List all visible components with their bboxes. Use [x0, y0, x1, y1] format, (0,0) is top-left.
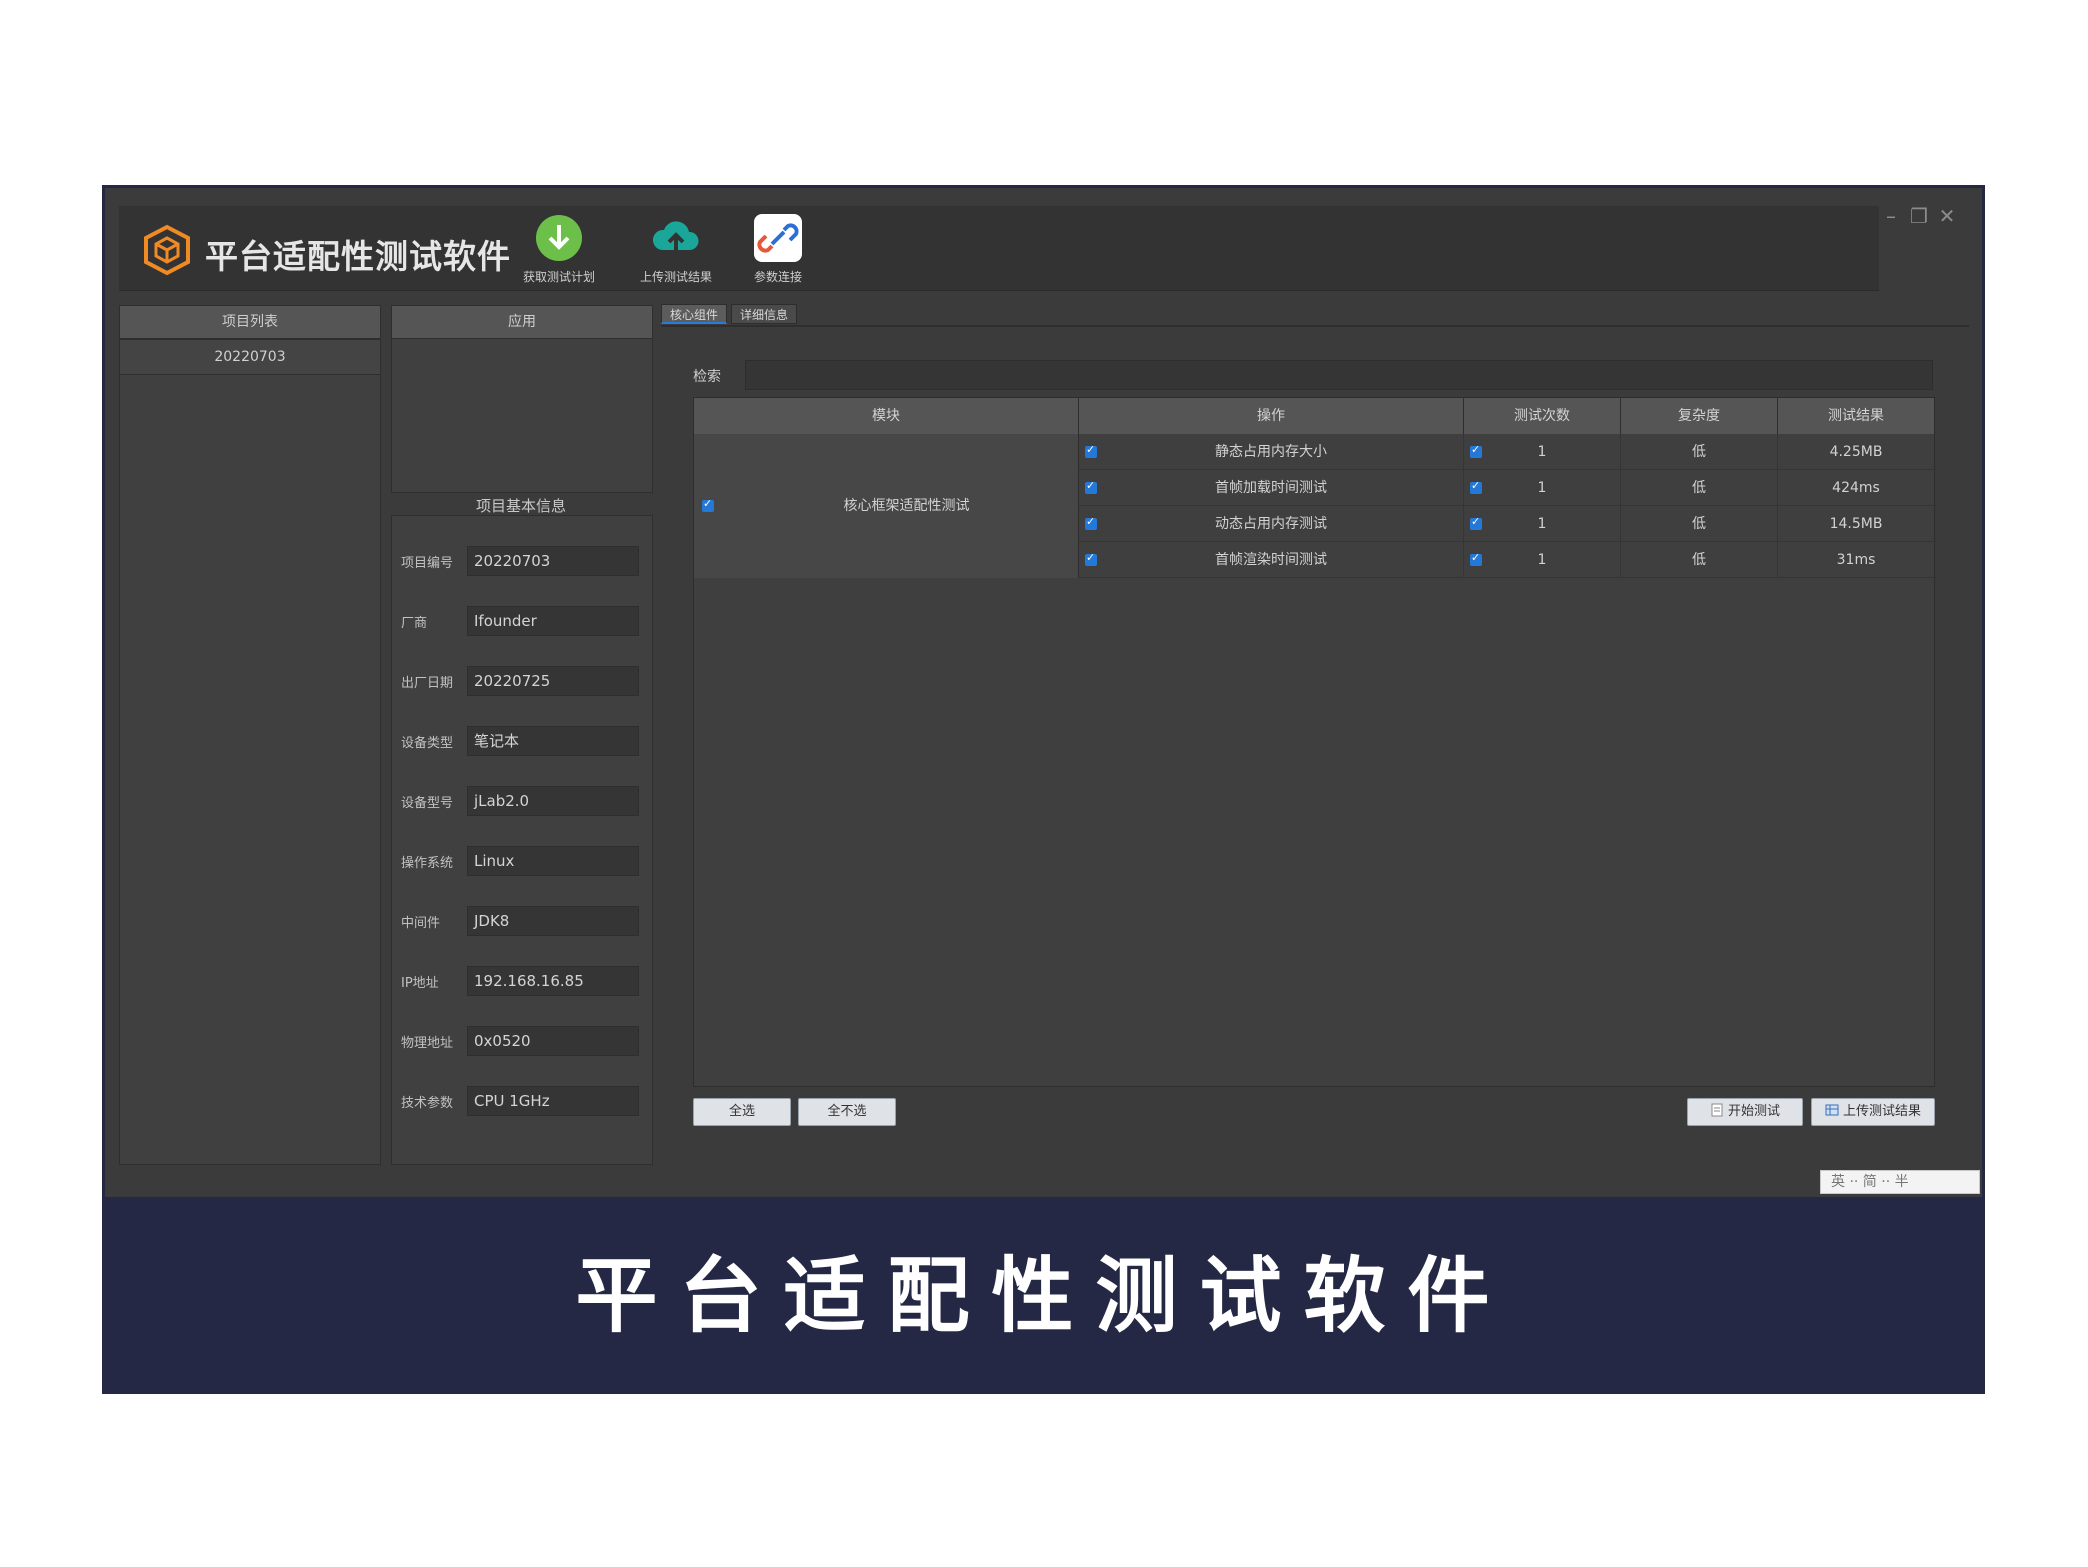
operation-cell: 首帧渲染时间测试 [1079, 542, 1464, 578]
select-none-button[interactable]: 全不选 [798, 1098, 896, 1126]
restore-icon[interactable]: ❐ [1910, 206, 1928, 226]
count-cell: 1 [1464, 506, 1621, 542]
tab-divider [661, 325, 1969, 327]
os-field[interactable]: Linux [467, 846, 639, 876]
vendor-field[interactable]: Ifounder [467, 606, 639, 636]
info-row-project-id: 项目编号 20220703 [401, 546, 641, 576]
result-cell: 4.25MB [1829, 444, 1883, 460]
table-row[interactable]: 首帧渲染时间测试 1 低 31ms [1079, 542, 1936, 578]
toolbar-label: 获取测试计划 [522, 270, 595, 284]
column-header-test-count[interactable]: 测试次数 [1464, 398, 1621, 434]
download-icon [536, 215, 582, 261]
module-group-cell: 核心框架适配性测试 [694, 434, 1079, 578]
project-list-item[interactable]: 20220703 [119, 339, 381, 375]
info-row-factory-date: 出厂日期 20220725 [401, 666, 641, 696]
info-row-vendor: 厂商 Ifounder [401, 606, 641, 636]
module-checkbox[interactable] [702, 497, 714, 512]
result-cell: 14.5MB [1829, 516, 1883, 532]
info-row-device-type: 设备类型 笔记本 [401, 726, 641, 756]
tech-params-field[interactable]: CPU 1GHz [467, 1086, 639, 1116]
window-controls: – ❐ ✕ [1882, 206, 1956, 226]
project-info-title: 项目基本信息 [475, 497, 566, 515]
info-row-os: 操作系统 Linux [401, 846, 641, 876]
get-test-plan-button[interactable]: 获取测试计划 [504, 212, 614, 288]
tab-details[interactable]: 详细信息 [731, 304, 798, 324]
count-cell: 1 [1464, 470, 1621, 506]
complexity-cell: 低 [1621, 434, 1778, 470]
column-header-complexity[interactable]: 复杂度 [1621, 398, 1778, 434]
info-row-tech-params: 技术参数 CPU 1GHz [401, 1086, 641, 1116]
project-id-field[interactable]: 20220703 [467, 546, 639, 576]
info-key: 操作系统 [401, 856, 454, 871]
search-label: 检索 [693, 369, 721, 385]
physical-address-field[interactable]: 0x0520 [467, 1026, 639, 1056]
operation-cell: 动态占用内存测试 [1079, 506, 1464, 542]
table-row[interactable]: 静态占用内存大小 1 低 4.25MB [1079, 434, 1936, 470]
cloud-upload-icon [652, 221, 699, 256]
start-test-label: 开始测试 [1727, 1104, 1780, 1119]
factory-date-field[interactable]: 20220725 [467, 666, 639, 696]
operation-cell: 静态占用内存大小 [1079, 434, 1464, 470]
result-cell: 424ms [1832, 480, 1880, 496]
column-header-module[interactable]: 模块 [694, 398, 1079, 434]
caption-banner: 平台适配性测试软件 [105, 1197, 1982, 1391]
tab-core-components[interactable]: 核心组件 [661, 304, 728, 324]
project-list-header: 项目列表 [119, 305, 381, 339]
search-input[interactable] [745, 360, 1933, 390]
tab-bar: 核心组件 详细信息 [661, 304, 798, 324]
document-icon [1711, 1103, 1723, 1117]
operation-cell: 首帧加载时间测试 [1079, 470, 1464, 506]
table-row[interactable]: 首帧加载时间测试 1 低 424ms [1079, 470, 1936, 506]
select-all-button[interactable]: 全选 [693, 1098, 791, 1126]
info-key: 物理地址 [401, 1036, 454, 1051]
middleware-field[interactable]: JDK8 [467, 906, 639, 936]
complexity-cell: 低 [1621, 470, 1778, 506]
module-group-name: 核心框架适配性测试 [843, 498, 970, 514]
start-test-button[interactable]: 开始测试 [1687, 1098, 1803, 1126]
table-icon [1825, 1104, 1839, 1116]
table-row[interactable]: 动态占用内存测试 1 低 14.5MB [1079, 506, 1936, 542]
info-row-device-model: 设备型号 jLab2.0 [401, 786, 641, 816]
toolbar-label: 参数连接 [753, 270, 802, 284]
link-icon [754, 214, 802, 262]
app-window: 平台适配性测试软件 获取测试计划 上传测试结果 参数连接 – ❐ ✕ 项目列表 … [105, 188, 1982, 1196]
complexity-cell: 低 [1621, 542, 1778, 578]
input-method-indicator: 英 ·· 简 ·· 半 [1820, 1170, 1980, 1194]
count-cell: 1 [1464, 542, 1621, 578]
upload-test-results-label: 上传测试结果 [1842, 1104, 1921, 1119]
complexity-cell: 低 [1621, 506, 1778, 542]
cube-logo-icon [144, 224, 190, 276]
ip-address-field[interactable]: 192.168.16.85 [467, 966, 639, 996]
close-icon[interactable]: ✕ [1938, 206, 1956, 226]
info-key: 中间件 [401, 916, 441, 931]
info-key: 项目编号 [401, 556, 454, 571]
column-header-result[interactable]: 测试结果 [1778, 398, 1934, 434]
count-cell: 1 [1464, 434, 1621, 470]
minimize-icon[interactable]: – [1882, 206, 1900, 226]
result-cell: 31ms [1836, 552, 1876, 568]
info-key: 厂商 [401, 616, 428, 631]
upload-test-results-button[interactable]: 上传测试结果 [1811, 1098, 1935, 1126]
app-title: 平台适配性测试软件 [205, 237, 511, 276]
info-key: 设备类型 [401, 736, 454, 751]
application-header: 应用 [391, 305, 653, 339]
upload-results-button[interactable]: 上传测试结果 [621, 212, 731, 288]
device-type-field[interactable]: 笔记本 [467, 726, 639, 756]
info-key: 技术参数 [401, 1096, 454, 1111]
title-bar: 平台适配性测试软件 获取测试计划 上传测试结果 参数连接 [119, 206, 1879, 291]
test-table: 模块 操作 测试次数 复杂度 测试结果 核心框架适配性测试 静态占用内存大小 1… [693, 397, 1936, 1087]
device-model-field[interactable]: jLab2.0 [467, 786, 639, 816]
info-key: 出厂日期 [401, 676, 454, 691]
info-row-middleware: 中间件 JDK8 [401, 906, 641, 936]
project-list-panel [119, 305, 381, 1165]
screenshot-frame: 平台适配性测试软件 获取测试计划 上传测试结果 参数连接 – ❐ ✕ 项目列表 … [102, 185, 1985, 1394]
info-row-ip-address: IP地址 192.168.16.85 [401, 966, 641, 996]
info-row-physical-address: 物理地址 0x0520 [401, 1026, 641, 1056]
parameter-link-button[interactable]: 参数连接 [723, 212, 833, 288]
toolbar-label: 上传测试结果 [639, 270, 712, 284]
column-header-operation[interactable]: 操作 [1079, 398, 1464, 434]
info-key: IP地址 [401, 976, 439, 991]
info-key: 设备型号 [401, 796, 454, 811]
